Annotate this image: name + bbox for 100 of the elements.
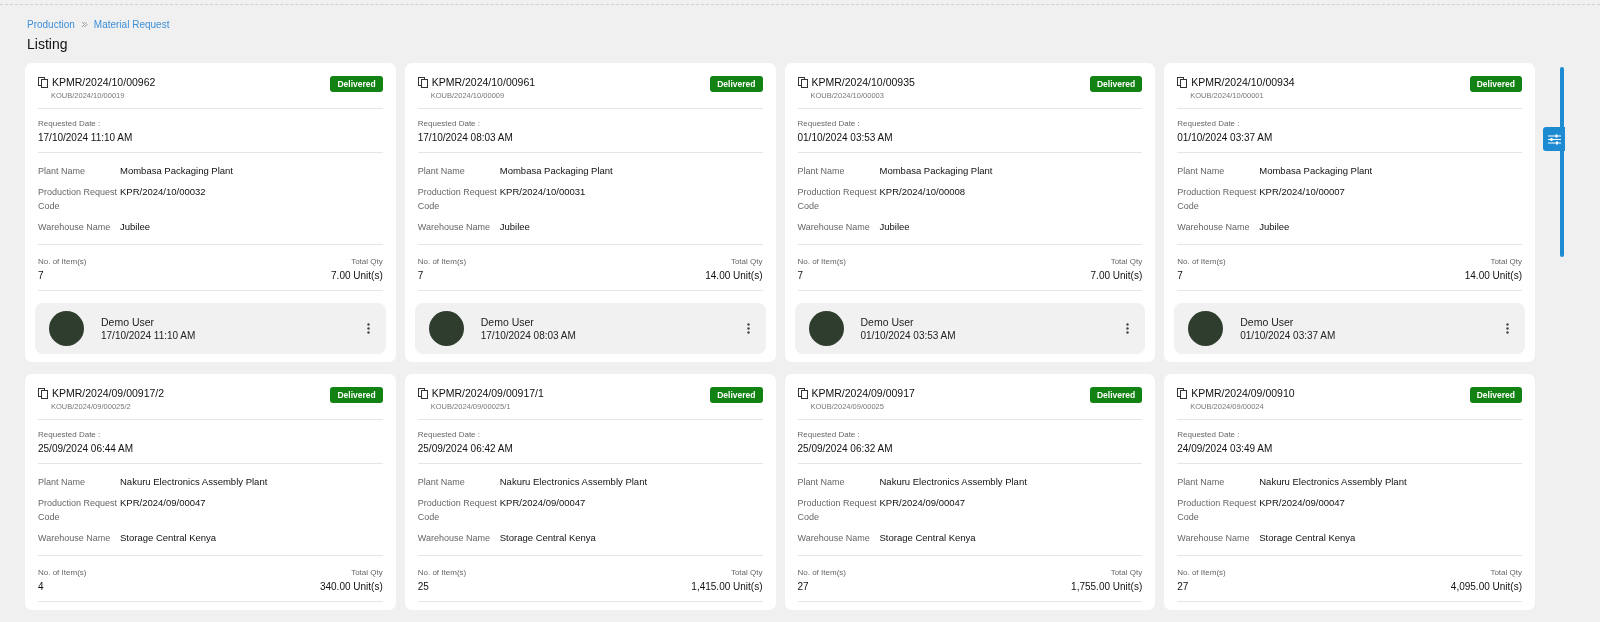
- field-value: Mombasa Packaging Plant: [879, 164, 994, 178]
- qty-label: Total Qty: [1110, 568, 1143, 577]
- items-label: No. of Item(s): [797, 257, 846, 266]
- user-name: Demo User: [1240, 316, 1295, 328]
- field-value: Mombasa Packaging Plant: [120, 164, 234, 178]
- items-value: 7: [1177, 270, 1184, 281]
- items-value: 4: [38, 581, 45, 592]
- date-value: 25/09/2024 06:44 AM: [38, 443, 135, 454]
- more-icon: [746, 323, 750, 334]
- avatar: [1188, 311, 1224, 346]
- status-badge: Delivered: [1469, 387, 1522, 403]
- field-label: Production Request Code: [38, 497, 118, 524]
- field-label: Warehouse Name: [797, 532, 871, 545]
- field-label: Production Request Code: [38, 186, 118, 213]
- user-name: Demo User: [480, 316, 535, 328]
- qty-value: 1,415.00 Unit(s): [691, 581, 763, 592]
- filter-button[interactable]: [1543, 127, 1565, 151]
- items-value: 25: [417, 581, 430, 592]
- items-value: 7: [797, 270, 805, 281]
- page-title: Listing: [27, 36, 69, 52]
- field-value: Mombasa Packaging Plant: [499, 164, 614, 178]
- items-label: No. of Item(s): [797, 568, 846, 577]
- field-label: Warehouse Name: [417, 532, 491, 545]
- date-value: 17/10/2024 11:10 AM: [38, 132, 134, 143]
- field-label: Production Request Code: [797, 497, 878, 524]
- field-value: Storage Central Kenya: [879, 531, 977, 545]
- qty-label: Total Qty: [1110, 257, 1143, 266]
- status-badge: Delivered: [1089, 76, 1143, 92]
- qty-label: Total Qty: [1490, 568, 1522, 577]
- field-label: Production Request Code: [417, 497, 498, 524]
- items-value: 7: [38, 270, 45, 281]
- field-value: Storage Central Kenya: [499, 531, 597, 545]
- request-code: KPMR/2024/10/00962: [52, 76, 156, 88]
- user-name: Demo User: [101, 316, 156, 328]
- items-label: No. of Item(s): [1177, 568, 1226, 577]
- breadcrumb-link[interactable]: Material Request: [93, 19, 170, 30]
- status-badge: Delivered: [1469, 76, 1522, 92]
- user-time: 01/10/2024 03:37 AM: [1240, 330, 1337, 341]
- qty-label: Total Qty: [351, 257, 383, 266]
- status-badge: Delivered: [710, 387, 763, 403]
- date-value: 25/09/2024 06:42 AM: [417, 443, 514, 454]
- breadcrumb-link[interactable]: Production: [27, 19, 75, 30]
- field-label: Plant Name: [1177, 165, 1226, 178]
- date-value: 17/10/2024 08:03 AM: [417, 132, 514, 143]
- avatar: [428, 311, 464, 346]
- copy-icon: [417, 387, 428, 399]
- field-value: Storage Central Kenya: [1259, 531, 1357, 545]
- date-label: Requested Date :: [38, 119, 102, 128]
- items-label: No. of Item(s): [417, 568, 467, 577]
- items-value: 27: [1177, 581, 1190, 592]
- qty-value: 14.00 Unit(s): [1464, 270, 1522, 281]
- request-code: KPMR/2024/10/00934: [1191, 76, 1295, 88]
- qty-label: Total Qty: [730, 568, 763, 577]
- status-badge: Delivered: [330, 76, 383, 92]
- field-value: KPR/2024/10/00008: [879, 185, 967, 199]
- user-time: 17/10/2024 08:03 AM: [480, 330, 577, 341]
- date-value: 25/09/2024 06:32 AM: [797, 443, 894, 454]
- field-label: Plant Name: [797, 165, 846, 178]
- field-label: Warehouse Name: [797, 221, 871, 234]
- field-label: Warehouse Name: [417, 221, 491, 234]
- qty-label: Total Qty: [351, 568, 383, 577]
- copy-icon: [38, 76, 48, 88]
- request-code: KPMR/2024/09/00917: [811, 387, 915, 399]
- copy-icon: [38, 387, 48, 399]
- qty-value: 4,095.00 Unit(s): [1450, 581, 1522, 592]
- field-value: Nakuru Electronics Assembly Plant: [499, 475, 649, 489]
- status-badge: Delivered: [710, 76, 763, 92]
- field-label: Plant Name: [1177, 476, 1226, 489]
- more-icon: [366, 323, 370, 334]
- field-label: Plant Name: [417, 476, 466, 489]
- items-label: No. of Item(s): [38, 257, 87, 266]
- user-time: 17/10/2024 11:10 AM: [101, 330, 197, 341]
- request-code: KPMR/2024/09/00910: [1191, 387, 1295, 399]
- field-value: KPR/2024/09/00047: [879, 496, 967, 510]
- copy-icon: [1177, 76, 1188, 88]
- field-value: Storage Central Kenya: [120, 531, 218, 545]
- field-label: Production Request Code: [1177, 186, 1258, 213]
- qty-value: 14.00 Unit(s): [705, 270, 763, 281]
- field-value: KPR/2024/09/00047: [1259, 496, 1346, 510]
- date-value: 01/10/2024 03:53 AM: [797, 132, 894, 143]
- items-value: 7: [417, 270, 425, 281]
- field-label: Production Request Code: [417, 186, 498, 213]
- field-label: Warehouse Name: [1177, 221, 1251, 234]
- field-label: Plant Name: [417, 165, 466, 178]
- status-badge: Delivered: [330, 387, 383, 403]
- field-value: KPR/2024/10/00007: [1259, 185, 1346, 199]
- field-value: Mombasa Packaging Plant: [1259, 164, 1374, 178]
- field-value: Nakuru Electronics Assembly Plant: [879, 475, 1028, 489]
- field-label: Warehouse Name: [38, 532, 112, 545]
- user-name: Demo User: [860, 316, 915, 328]
- user-time: 01/10/2024 03:53 AM: [860, 330, 957, 341]
- status-badge: Delivered: [1089, 387, 1143, 403]
- date-value: 24/09/2024 03:49 AM: [1177, 443, 1274, 454]
- qty-value: 1,755.00 Unit(s): [1071, 581, 1143, 592]
- items-label: No. of Item(s): [1177, 257, 1226, 266]
- date-label: Requested Date :: [1177, 430, 1241, 439]
- date-value: 01/10/2024 03:37 AM: [1177, 132, 1274, 143]
- field-value: KPR/2024/10/00031: [499, 185, 587, 199]
- field-value: Jubilee: [1259, 220, 1291, 234]
- chevron-icon: [80, 21, 88, 28]
